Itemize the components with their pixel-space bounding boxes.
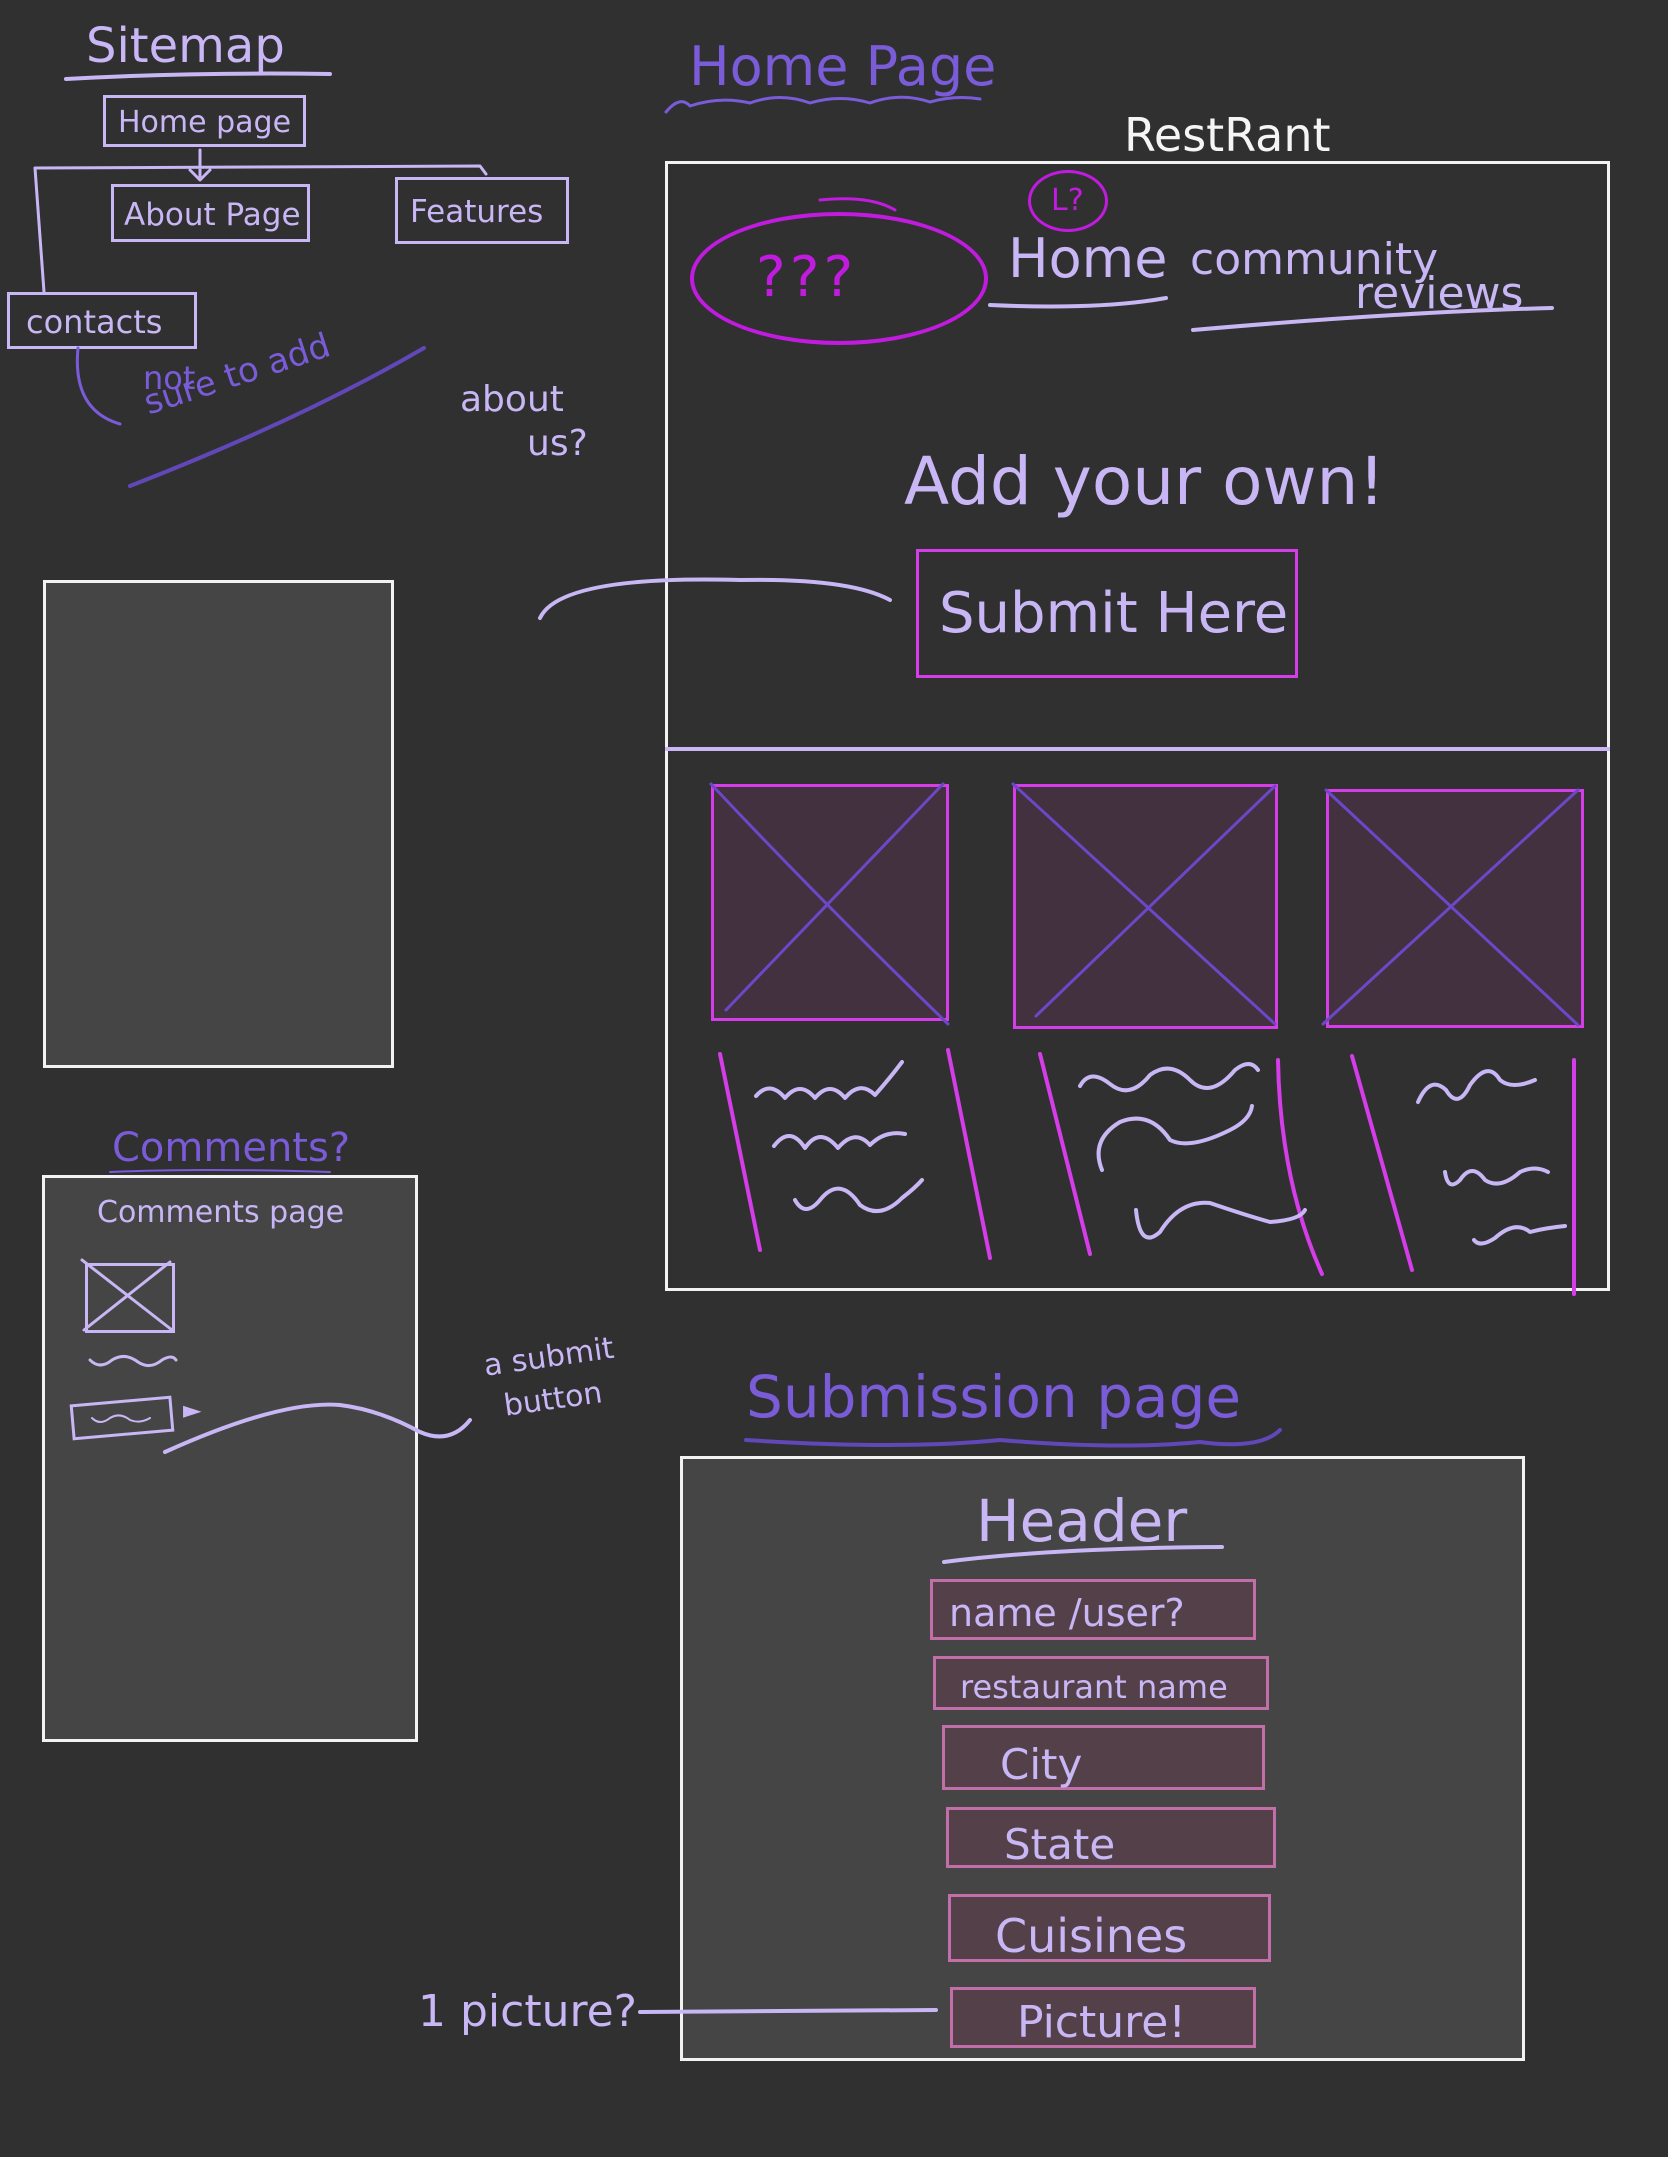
sketch-strokes: [33, 71, 1580, 2014]
nav-community-underline: [1191, 306, 1554, 332]
sitemap-tree-connector: [33, 148, 488, 294]
card-3-text-squiggles: [1416, 1069, 1567, 1246]
logo-marker-tail: [818, 197, 897, 212]
submission-label-underline: [744, 1428, 1282, 1448]
card-1-text-squiggles: [754, 1060, 924, 1214]
picture-callout-line: [638, 2008, 938, 2014]
card-2-text-squiggles: [1078, 1062, 1307, 1240]
comment-input-squiggle: [91, 1414, 151, 1423]
submit-callout-line: [538, 577, 892, 620]
comment-text-squiggle: [88, 1355, 178, 1367]
comments-label-underline: [109, 1169, 331, 1173]
nav-home-underline: [988, 296, 1168, 309]
card-1-left-line: [718, 1052, 762, 1252]
contacts-note-hook: [75, 346, 122, 426]
submission-header-underline: [942, 1545, 1224, 1564]
card-image-3-cross: [1321, 788, 1580, 1027]
card-3-left-line: [1350, 1054, 1414, 1272]
card-image-2-cross: [1011, 782, 1277, 1026]
card-image-1-cross: [709, 782, 950, 1026]
sitemap-title-underline: [64, 71, 332, 81]
card-1-right-line: [946, 1048, 992, 1260]
comments-callout-line: [163, 1402, 472, 1454]
contacts-note-underline: [128, 346, 426, 488]
card-2-right-line: [1276, 1058, 1324, 1276]
comment-image-cross: [80, 1258, 174, 1332]
home-label-underline: [664, 95, 982, 114]
